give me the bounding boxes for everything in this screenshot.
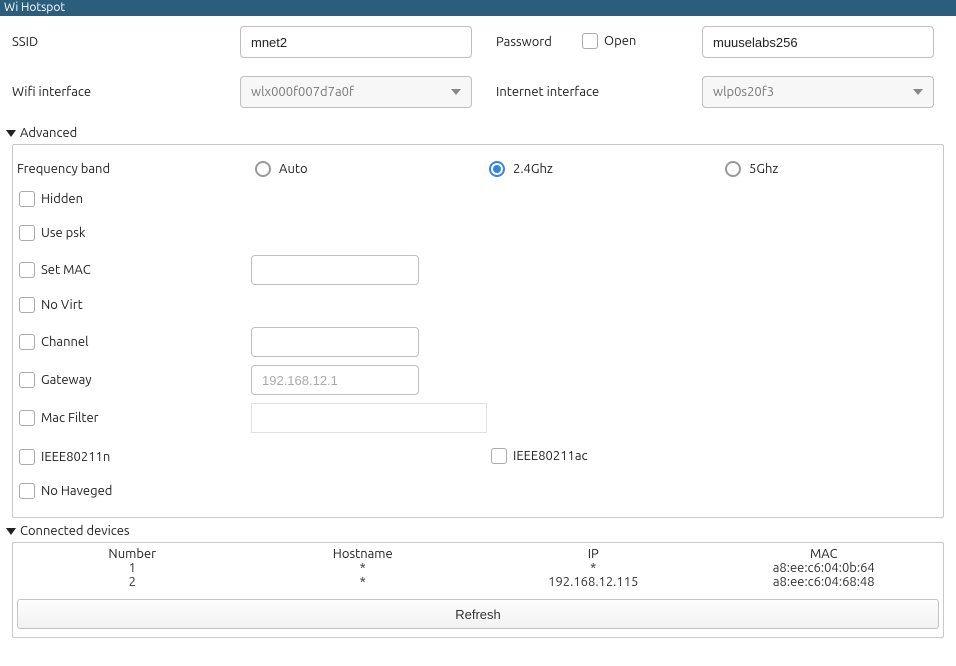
cell-ip: 192.168.12.115 [478,575,709,589]
checkbox-box [491,448,507,464]
cell-ip: * [478,561,709,575]
freq-auto-radio[interactable]: Auto [255,161,489,177]
wifi-interface-label: Wifi interface [12,85,91,99]
mac-filter-checkbox[interactable]: Mac Filter [19,410,99,426]
freq-5-radio[interactable]: 5Ghz [725,161,778,177]
checkbox-box [19,334,35,350]
open-checkbox[interactable]: Open [582,33,636,49]
radio-button [725,161,741,177]
cell-number: 2 [17,575,248,589]
frequency-label: Frequency band [17,162,110,176]
devices-table-header: Number Hostname IP MAC [17,547,939,561]
table-row: 1 * * a8:ee:c6:04:0b:64 [17,561,939,575]
advanced-header-label: Advanced [20,126,77,140]
channel-label: Channel [41,335,89,349]
internet-interface-select[interactable]: wlp0s20f3 [702,76,934,108]
checkbox-box [19,483,35,499]
freq-24-radio[interactable]: 2.4Ghz [489,161,725,177]
freq-5-label: 5Ghz [749,162,778,176]
cell-mac: a8:ee:c6:04:68:48 [709,575,940,589]
channel-checkbox[interactable]: Channel [19,334,89,350]
radio-button [489,161,505,177]
window-title: Wi Hotspot [4,1,65,14]
hidden-checkbox[interactable]: Hidden [19,191,83,207]
disclosure-triangle-icon [6,130,16,137]
checkbox-box [19,225,35,241]
disclosure-triangle-icon [6,528,16,535]
col-ip: IP [478,547,709,561]
window-titlebar: Wi Hotspot [0,0,956,16]
gateway-label: Gateway [41,373,92,387]
checkbox-box [19,372,35,388]
no-virt-checkbox[interactable]: No Virt [19,297,83,313]
mac-filter-label: Mac Filter [41,411,99,425]
freq-auto-label: Auto [279,162,308,176]
freq-24-label: 2.4Ghz [513,162,553,176]
no-virt-label: No Virt [41,298,83,312]
cell-hostname: * [248,575,479,589]
col-number: Number [17,547,248,561]
password-input[interactable] [702,26,934,58]
chevron-down-icon [913,89,923,95]
mac-filter-box[interactable] [251,403,487,433]
ieee80211ac-label: IEEE80211ac [513,449,588,463]
checkbox-box [19,410,35,426]
connected-devices-header-label: Connected devices [20,524,130,538]
set-mac-checkbox[interactable]: Set MAC [19,262,91,278]
ssid-label: SSID [12,35,38,49]
use-psk-checkbox[interactable]: Use psk [19,225,86,241]
cell-hostname: * [248,561,479,575]
set-mac-label: Set MAC [41,263,91,277]
no-haveged-label: No Haveged [41,484,112,498]
advanced-header[interactable]: Advanced [6,126,944,140]
internet-interface-value: wlp0s20f3 [713,85,774,99]
refresh-button[interactable]: Refresh [17,599,939,629]
wifi-interface-select[interactable]: wlx000f007d7a0f [240,76,472,108]
password-label: Password [496,35,552,49]
connected-devices-panel: Number Hostname IP MAC 1 * * a8:ee:c6:04… [12,542,944,638]
ieee80211ac-checkbox[interactable]: IEEE80211ac [491,448,588,464]
advanced-panel: Frequency band Auto 2.4Ghz 5Ghz [12,144,944,518]
use-psk-label: Use psk [41,226,86,240]
gateway-checkbox[interactable]: Gateway [19,372,92,388]
open-label: Open [604,34,636,48]
chevron-down-icon [451,89,461,95]
radio-button [255,161,271,177]
checkbox-box [19,191,35,207]
wifi-interface-value: wlx000f007d7a0f [251,85,354,99]
checkbox-box [582,33,598,49]
ieee80211n-checkbox[interactable]: IEEE80211n [19,449,110,465]
ieee80211n-label: IEEE80211n [41,450,110,464]
set-mac-input[interactable] [251,255,419,285]
channel-input[interactable] [251,327,419,357]
checkbox-box [19,297,35,313]
internet-interface-label: Internet interface [496,85,599,99]
col-mac: MAC [709,547,940,561]
gateway-input[interactable] [251,365,419,395]
hidden-label: Hidden [41,192,83,206]
col-hostname: Hostname [248,547,479,561]
ssid-input[interactable] [240,26,472,58]
checkbox-box [19,262,35,278]
table-row: 2 * 192.168.12.115 a8:ee:c6:04:68:48 [17,575,939,589]
no-haveged-checkbox[interactable]: No Haveged [19,483,112,499]
cell-number: 1 [17,561,248,575]
connected-devices-header[interactable]: Connected devices [6,524,944,538]
cell-mac: a8:ee:c6:04:0b:64 [709,561,940,575]
checkbox-box [19,449,35,465]
